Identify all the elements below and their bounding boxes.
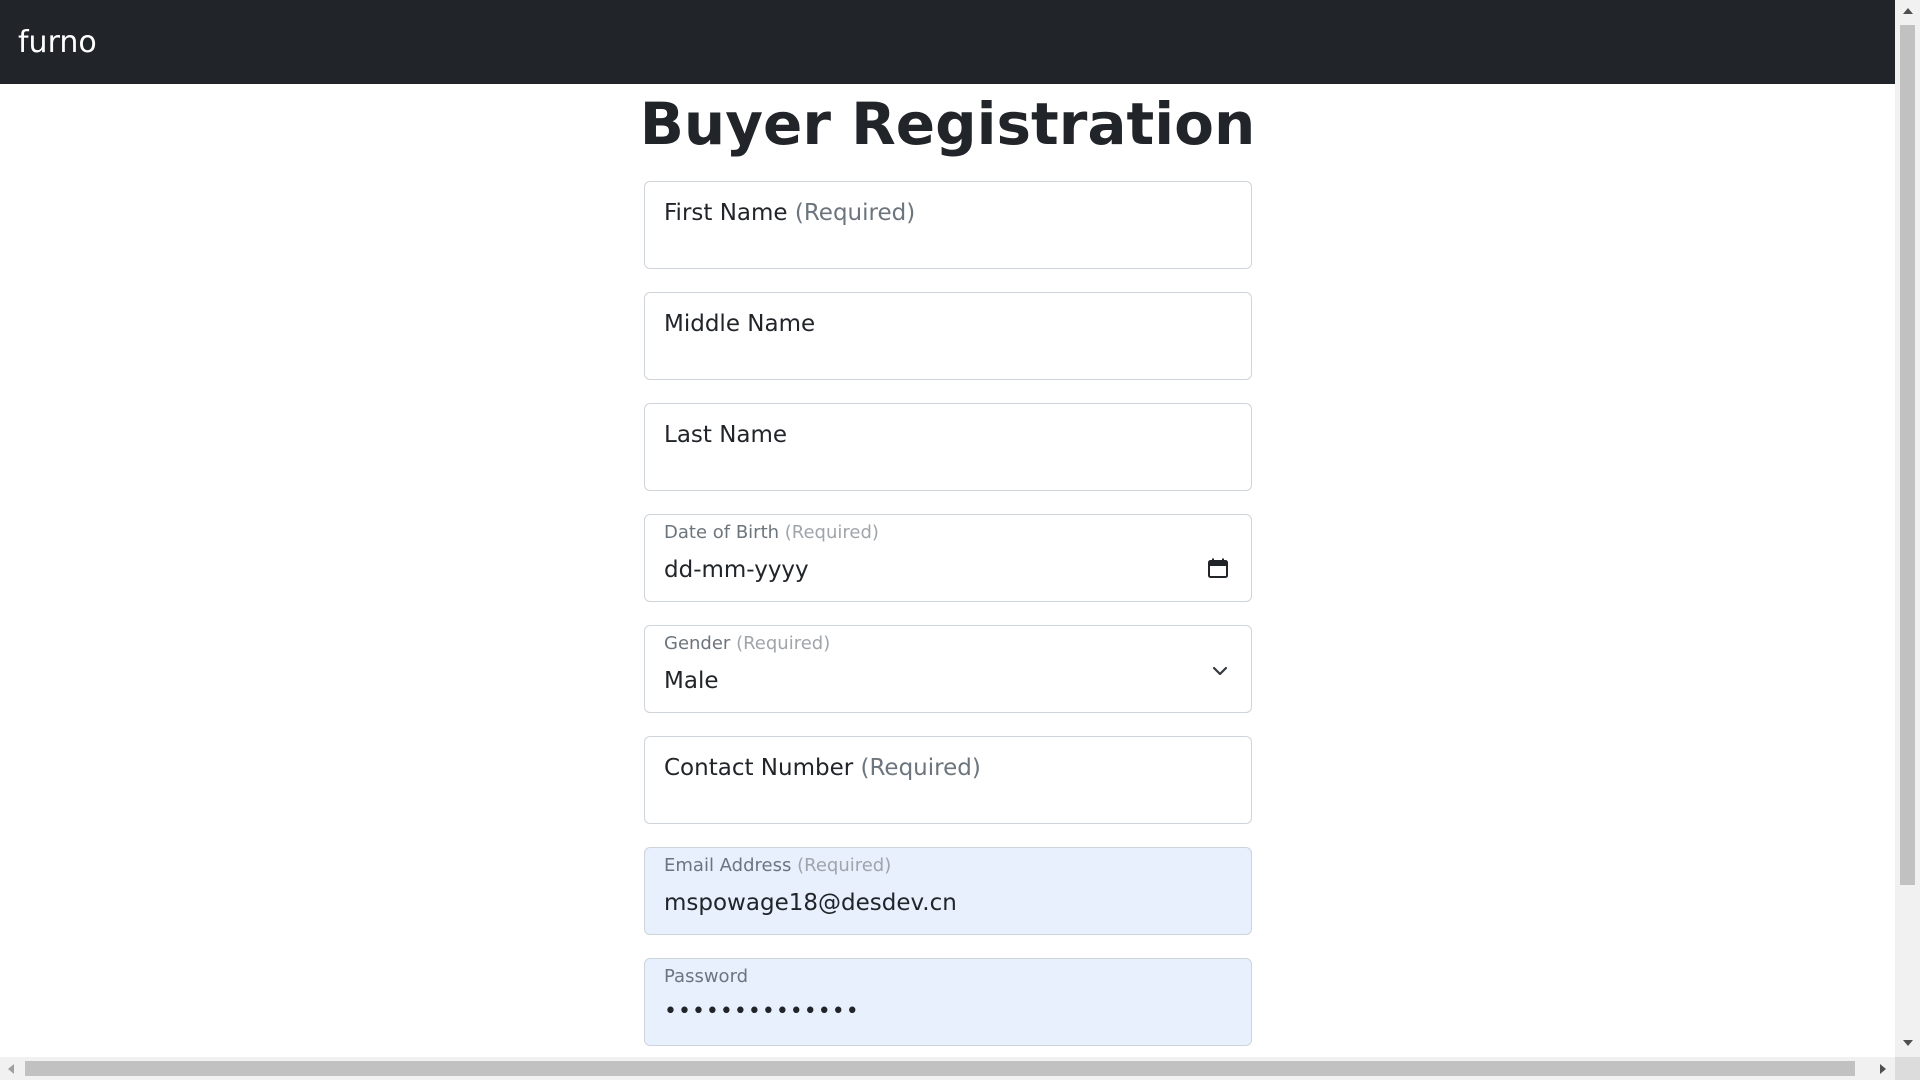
date-of-birth-label: Date of Birth (Required)	[664, 522, 879, 543]
middle-name-label: Middle Name	[664, 311, 816, 337]
password-label: Password	[664, 966, 749, 987]
chevron-down-icon	[1212, 666, 1228, 676]
email-value: mspowage18@desdev.cn	[664, 890, 957, 916]
first-name-field[interactable]: First Name (Required)	[644, 181, 1252, 269]
last-name-field[interactable]: Last Name	[644, 403, 1252, 491]
vertical-scrollbar-thumb[interactable]	[1900, 25, 1915, 885]
main-content: Buyer Registration First Name (Required)…	[0, 84, 1895, 1057]
scroll-left-arrow-icon[interactable]	[8, 1064, 14, 1074]
brand-logo-text[interactable]: furno	[18, 25, 97, 60]
page-title: Buyer Registration	[639, 90, 1256, 158]
calendar-icon[interactable]	[1207, 557, 1229, 579]
email-field[interactable]: Email Address (Required) mspowage18@desd…	[644, 847, 1252, 935]
scroll-right-arrow-icon[interactable]	[1880, 1064, 1886, 1074]
contact-number-field[interactable]: Contact Number (Required)	[644, 736, 1252, 824]
middle-name-field[interactable]: Middle Name	[644, 292, 1252, 380]
first-name-label: First Name (Required)	[664, 200, 916, 226]
email-label: Email Address (Required)	[664, 855, 892, 876]
scrollbar-corner	[1895, 1057, 1920, 1080]
scroll-up-arrow-icon[interactable]	[1903, 8, 1913, 14]
top-navbar: furno	[0, 0, 1895, 84]
password-value: ••••••••••••••	[664, 999, 860, 1024]
date-of-birth-value: dd-mm-yyyy	[664, 557, 809, 583]
gender-select[interactable]: Gender (Required) Male	[644, 625, 1252, 713]
scroll-down-arrow-icon[interactable]	[1903, 1040, 1913, 1046]
contact-number-label: Contact Number (Required)	[664, 755, 981, 781]
password-field[interactable]: Password ••••••••••••••	[644, 958, 1252, 1046]
gender-value: Male	[664, 668, 719, 694]
date-of-birth-field[interactable]: Date of Birth (Required) dd-mm-yyyy	[644, 514, 1252, 602]
gender-label: Gender (Required)	[664, 633, 831, 654]
last-name-label: Last Name	[664, 422, 788, 448]
horizontal-scrollbar-thumb[interactable]	[25, 1061, 1855, 1076]
